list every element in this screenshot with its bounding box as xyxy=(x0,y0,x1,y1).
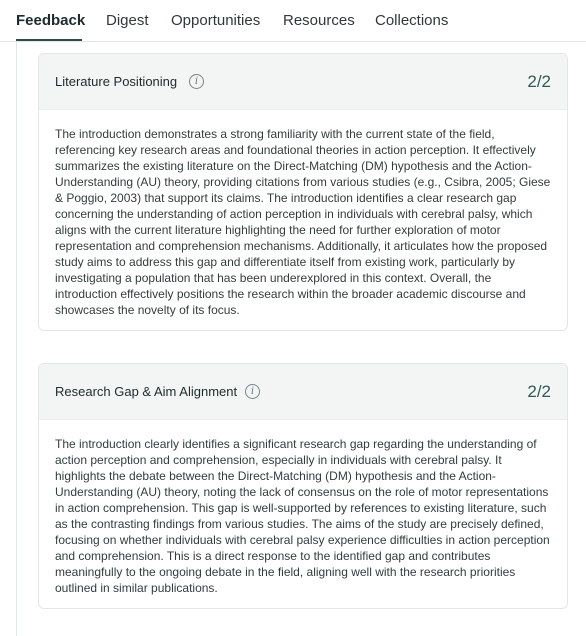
tab-resources[interactable]: Resources xyxy=(283,12,355,29)
tab-digest[interactable]: Digest xyxy=(106,12,149,29)
tab-opportunities[interactable]: Opportunities xyxy=(171,12,260,29)
score-badge: 2/2 xyxy=(527,382,551,401)
feedback-panel[interactable]: Literature Positioning i 2/2 The introdu… xyxy=(16,42,586,636)
active-tab-indicator xyxy=(16,39,82,41)
card-title: Research Gap & Aim Alignment xyxy=(55,384,238,399)
feedback-card-literature-positioning: Literature Positioning i 2/2 The introdu… xyxy=(38,53,568,331)
info-icon[interactable]: i xyxy=(245,384,260,399)
card-body-text: The introduction demonstrates a strong f… xyxy=(55,127,551,317)
tab-bar: Feedback Digest Opportunities Resources … xyxy=(0,0,586,42)
card-header: Literature Positioning i 2/2 xyxy=(39,54,567,110)
card-header: Research Gap & Aim Alignment i 2/2 xyxy=(39,364,567,420)
tab-feedback[interactable]: Feedback xyxy=(16,12,85,29)
feedback-card-research-gap-aim-alignment: Research Gap & Aim Alignment i 2/2 The i… xyxy=(38,363,568,609)
card-title: Literature Positioning xyxy=(55,74,178,89)
info-icon[interactable]: i xyxy=(189,74,204,89)
card-body-text: The introduction clearly identifies a si… xyxy=(55,437,550,595)
tab-collections[interactable]: Collections xyxy=(375,12,448,29)
score-badge: 2/2 xyxy=(527,72,551,91)
